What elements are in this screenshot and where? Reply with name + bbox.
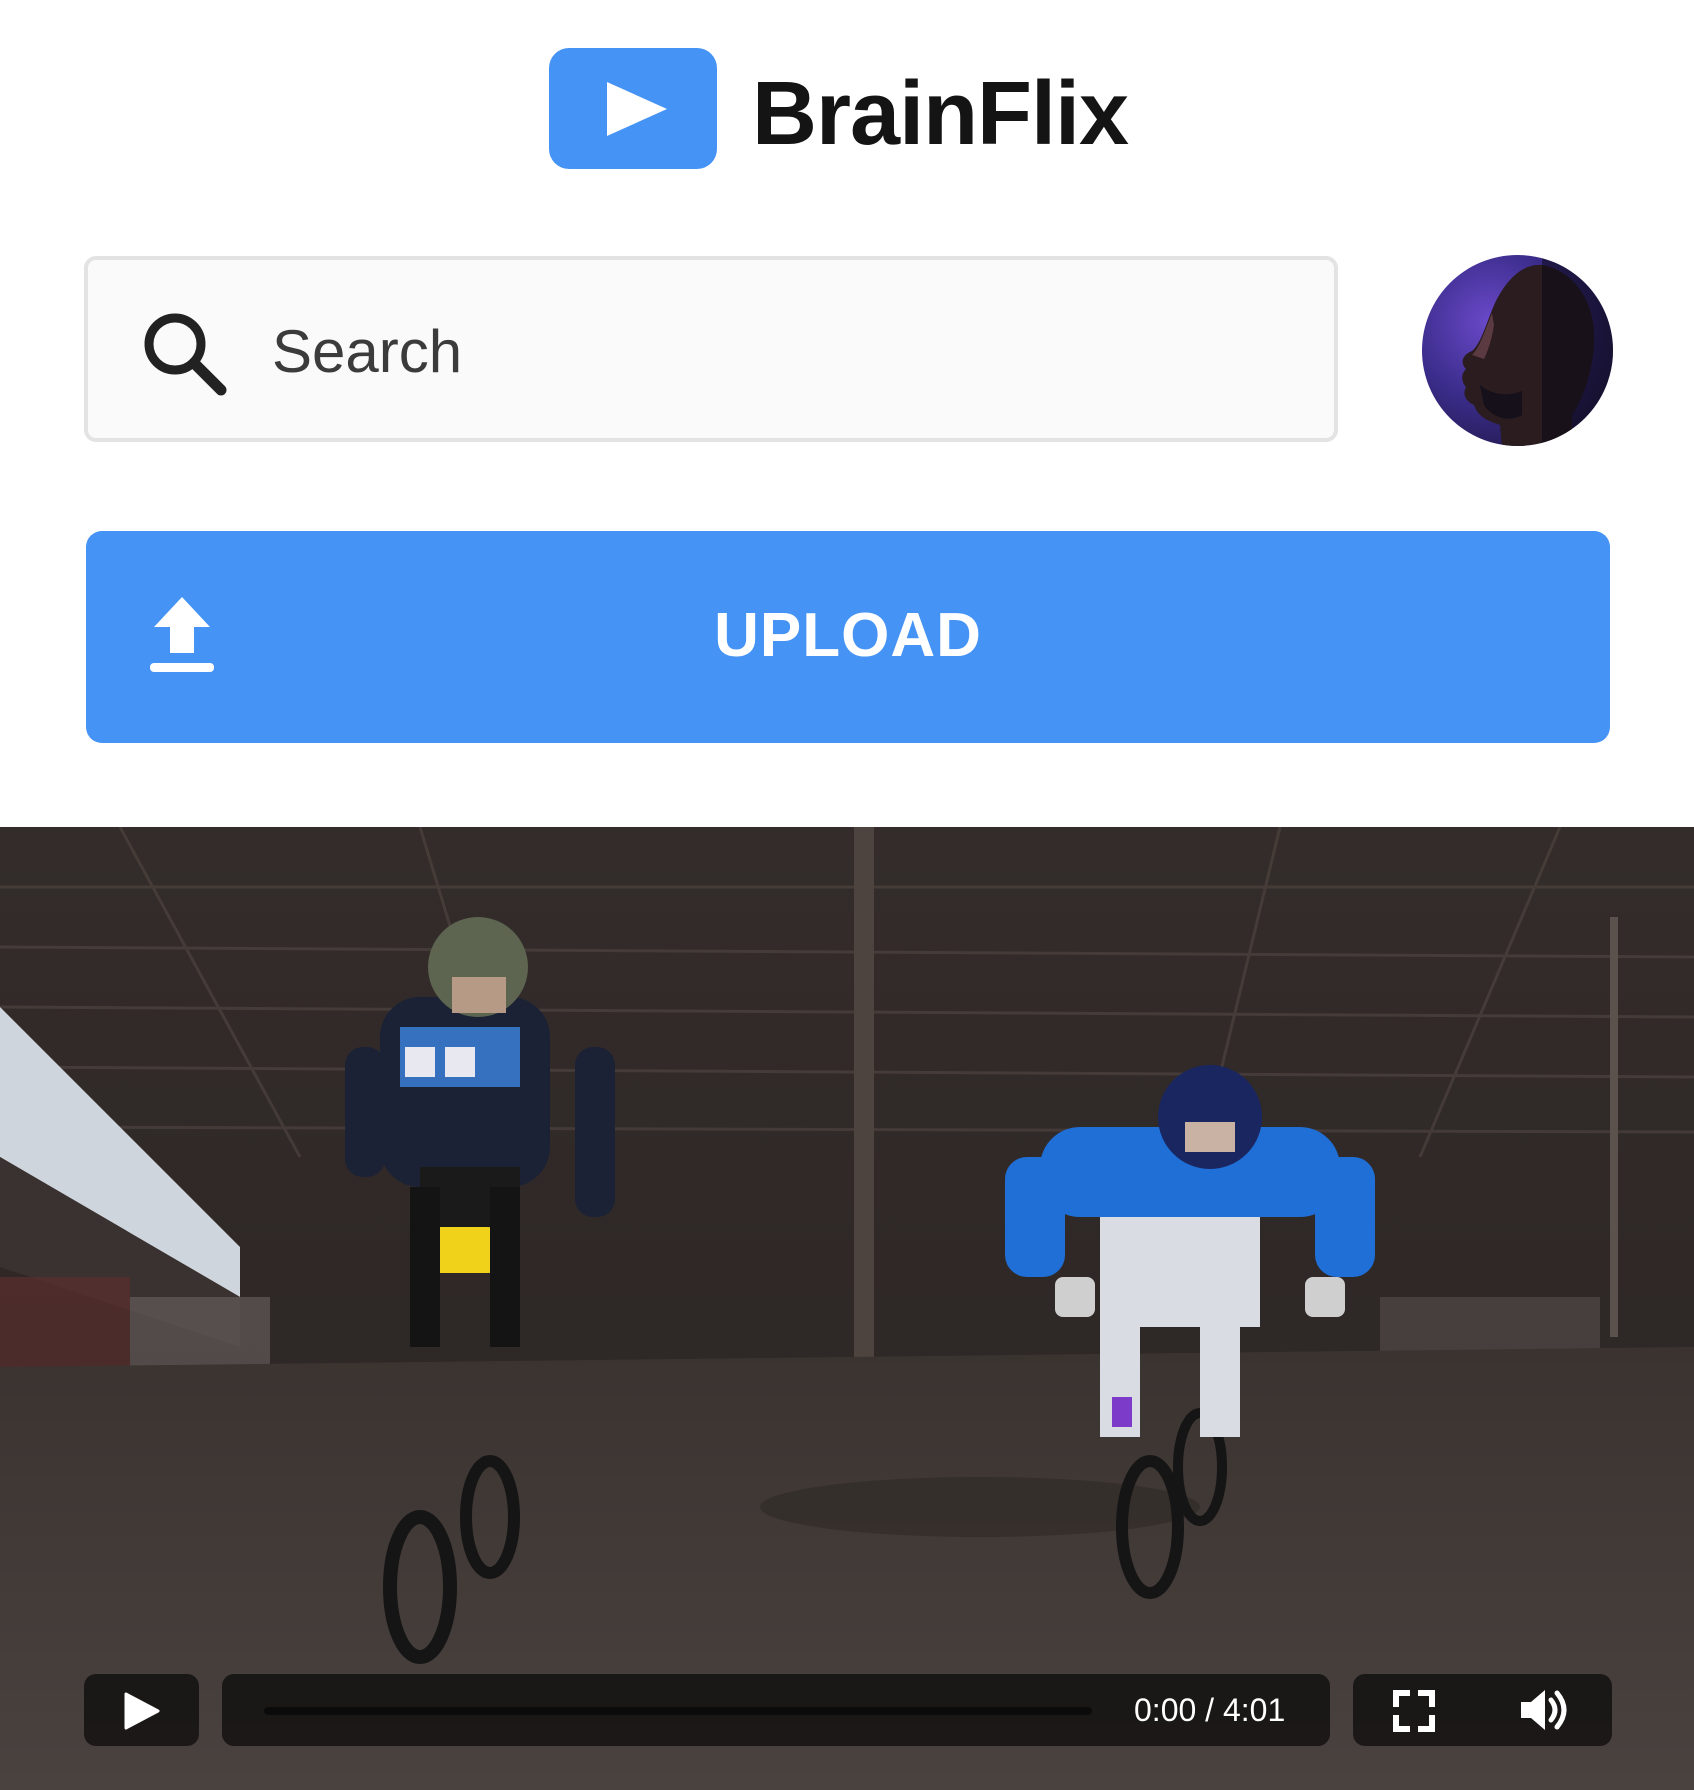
search-input[interactable]: [270, 300, 1274, 402]
video-player[interactable]: [0, 827, 1694, 1790]
progress-track[interactable]: [264, 1707, 1092, 1715]
upload-button[interactable]: UPLOAD: [86, 531, 1610, 743]
app-logo-text[interactable]: BrainFlix: [752, 64, 1129, 164]
logo-play-icon[interactable]: [549, 48, 717, 169]
upload-label: UPLOAD: [714, 601, 982, 670]
video-poster: [0, 827, 1694, 1790]
search-bar[interactable]: [84, 256, 1338, 442]
progress-bar-container[interactable]: 0:00 / 4:01: [222, 1674, 1330, 1746]
play-button[interactable]: [84, 1674, 199, 1746]
player-right-controls: [1353, 1674, 1612, 1746]
fullscreen-icon[interactable]: [1393, 1690, 1435, 1737]
user-avatar[interactable]: [1422, 255, 1613, 446]
play-icon: [124, 1692, 160, 1730]
search-icon: [141, 310, 231, 405]
volume-icon[interactable]: [1519, 1688, 1571, 1737]
header: BrainFlix: [0, 0, 1694, 220]
time-display: 0:00 / 4:01: [1134, 1692, 1286, 1728]
